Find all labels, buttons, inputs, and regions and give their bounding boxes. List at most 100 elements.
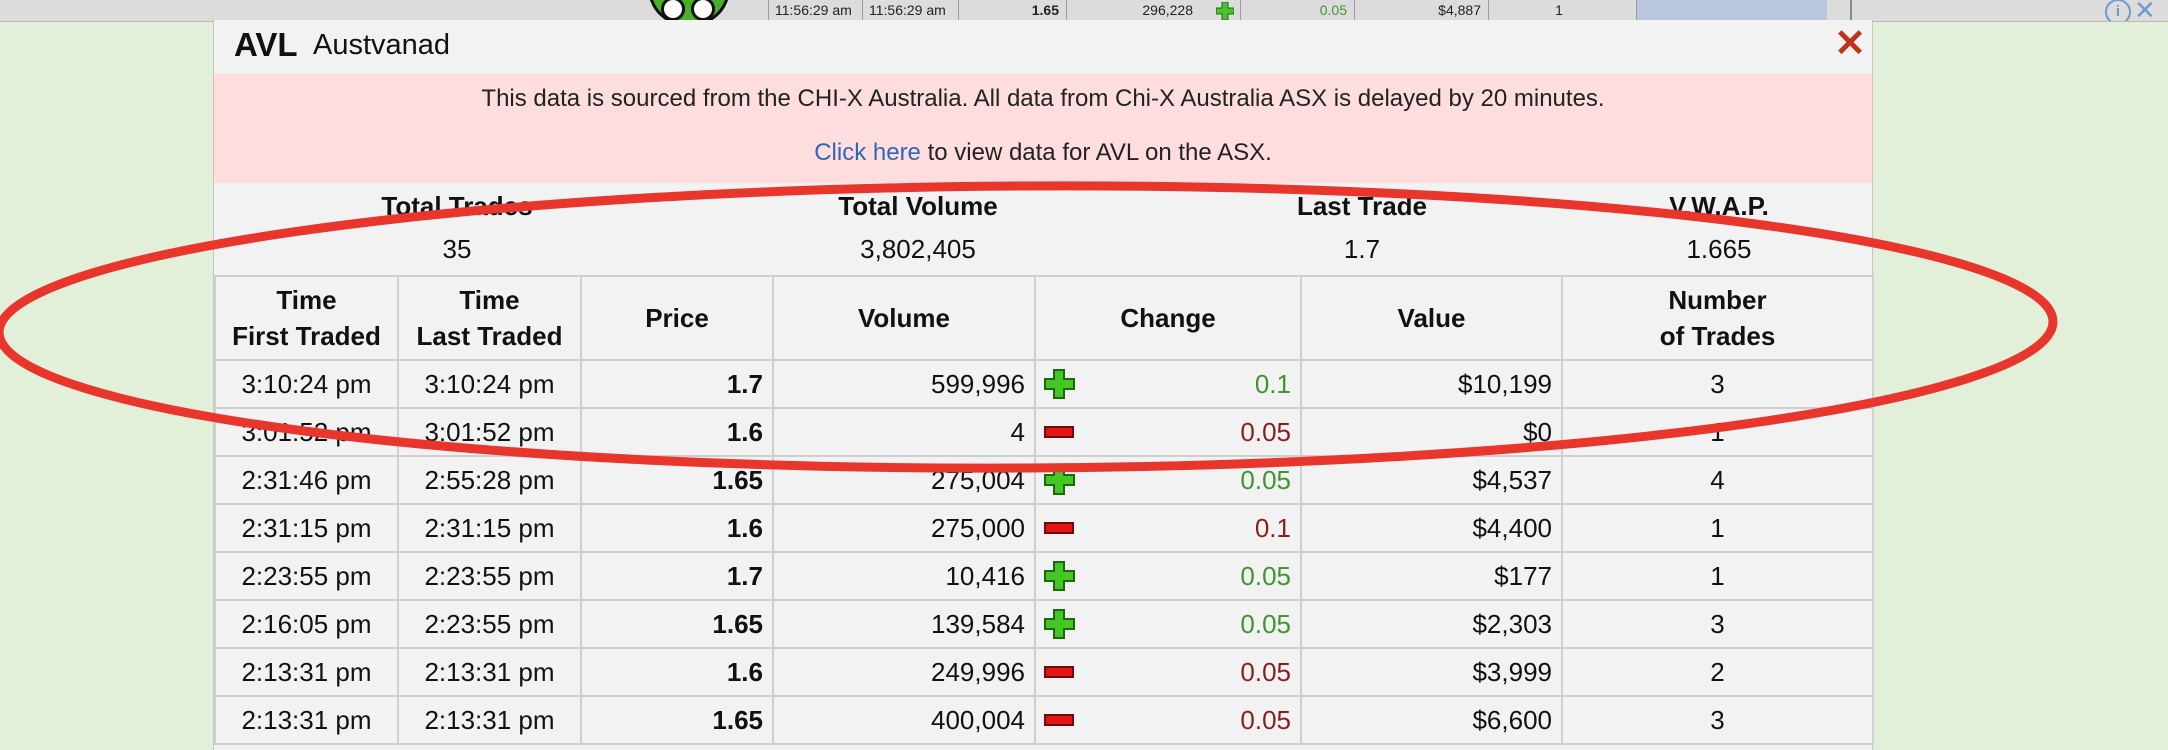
- cell-change: 0.1: [1034, 359, 1302, 409]
- cell-change: 0.05: [1034, 407, 1302, 457]
- cell-time-first: 2:31:46 pm: [214, 455, 399, 505]
- data-source-notice: This data is sourced from the CHI-X Aust…: [214, 74, 1872, 183]
- table-row: 2:16:05 pm 2:23:55 pm 1.65 139,584 0.05 $2,30…: [214, 599, 1874, 649]
- summary-value: 1.665: [1686, 234, 1752, 264]
- background-table-row: 11:56:29 am 11:56:29 am 1.65 296,228 0.0…: [0, 0, 2168, 22]
- bg-highlight: [1636, 0, 1827, 21]
- bg-time-first: 11:56:29 am: [768, 0, 867, 21]
- table-row: 2:13:31 pm 2:13:31 pm 1.65 400,004 0.05 $6,60…: [214, 695, 1874, 745]
- col-time-last: Time Last Traded: [397, 275, 582, 361]
- cell-volume: 275,000: [772, 503, 1036, 553]
- change-value: 0.1: [1254, 368, 1291, 399]
- cell-value: $2,303: [1300, 599, 1563, 649]
- table-row: 3:10:24 pm 3:10:24 pm 1.7 599,996 0.1 $10,199…: [214, 359, 1874, 409]
- bg-change: 0.05: [1240, 0, 1353, 21]
- trade-details-modal: AVL Austvanad ✕ This data is sourced fro…: [213, 20, 1874, 750]
- cell-volume: 400,004: [772, 695, 1036, 745]
- plus-icon: [1044, 561, 1075, 591]
- col-number-of-trades: Number of Trades: [1561, 275, 1874, 361]
- plus-icon: [1044, 369, 1075, 399]
- summary-label: Total Trades: [381, 191, 533, 221]
- change-value: 0.05: [1240, 416, 1291, 447]
- asx-link[interactable]: Click here: [814, 139, 921, 166]
- cell-value: $177: [1300, 551, 1563, 601]
- table-row: 3:01:52 pm 3:01:52 pm 1.6 4 0.05 $0 1: [214, 407, 1874, 457]
- table-row: 2:31:15 pm 2:31:15 pm 1.6 275,000 0.1 $4,400 1: [214, 503, 1874, 553]
- minus-icon: [1044, 666, 1074, 678]
- col-value: Value: [1300, 275, 1563, 361]
- cell-volume: 249,996: [772, 647, 1036, 697]
- cell-volume: 139,584: [772, 599, 1036, 649]
- summary-label: Total Volume: [838, 191, 998, 221]
- summary-value: 1.7: [1343, 234, 1381, 264]
- cell-price: 1.7: [580, 551, 774, 601]
- summary-total-volume: Total Volume 3,802,405: [768, 183, 1068, 265]
- summary-value: 35: [442, 234, 472, 264]
- notice-link-line: Click here to view data for AVL on the A…: [214, 139, 1872, 167]
- cell-time-last: 2:23:55 pm: [397, 599, 582, 649]
- bg-value: $4,887: [1354, 0, 1487, 21]
- cell-time-first: 2:13:31 pm: [214, 695, 399, 745]
- bg-volume: 296,228: [1066, 0, 1193, 21]
- summary-label: V.W.A.P.: [1669, 191, 1769, 221]
- cell-price: 1.7: [580, 359, 774, 409]
- modal-header: AVL Austvanad ✕: [214, 20, 1872, 74]
- table-row: 2:23:55 pm 2:23:55 pm 1.7 10,416 0.05 $177 1: [214, 551, 1874, 601]
- cell-time-first: 2:23:55 pm: [214, 551, 399, 601]
- cell-time-first: 3:01:52 pm: [214, 407, 399, 457]
- cell-trades: 4: [1561, 455, 1874, 505]
- ticker-symbol: AVL: [234, 26, 298, 63]
- bg-time-last: 11:56:29 am: [862, 0, 963, 21]
- change-value: 0.05: [1240, 608, 1291, 639]
- summary-vwap: V.W.A.P. 1.665: [1569, 183, 1869, 265]
- cell-change: 0.1: [1034, 503, 1302, 553]
- cell-change: 0.05: [1034, 695, 1302, 745]
- cell-time-last: 2:31:15 pm: [397, 503, 582, 553]
- cell-time-last: 2:13:31 pm: [397, 647, 582, 697]
- cell-price: 1.6: [580, 503, 774, 553]
- cell-time-first: 3:10:24 pm: [214, 359, 399, 409]
- ad-close-icon[interactable]: ✕: [2134, 0, 2156, 21]
- cell-time-first: 2:13:31 pm: [214, 647, 399, 697]
- cell-volume: 275,004: [772, 455, 1036, 505]
- cell-price: 1.65: [580, 695, 774, 745]
- change-value: 0.05: [1240, 656, 1291, 687]
- col-change: Change: [1034, 275, 1302, 361]
- notice-text: This data is sourced from the CHI-X Aust…: [481, 85, 1605, 112]
- cell-trades: 3: [1561, 599, 1874, 649]
- cell-trades: 1: [1561, 503, 1874, 553]
- minus-icon: [1044, 522, 1074, 534]
- summary-label: Last Trade: [1296, 191, 1428, 221]
- change-value: 0.05: [1240, 464, 1291, 495]
- table-row: 2:31:46 pm 2:55:28 pm 1.65 275,004 0.05 $4,53…: [214, 455, 1874, 505]
- cell-change: 0.05: [1034, 647, 1302, 697]
- summary-value: 3,802,405: [860, 234, 976, 264]
- info-icon[interactable]: i: [2105, 0, 2131, 21]
- bg-plus-icon: [1216, 2, 1234, 20]
- cell-value: $10,199: [1300, 359, 1563, 409]
- cell-trades: 1: [1561, 407, 1874, 457]
- cell-value: $4,400: [1300, 503, 1563, 553]
- cell-volume: 599,996: [772, 359, 1036, 409]
- cell-change: 0.05: [1034, 599, 1302, 649]
- cell-price: 1.6: [580, 407, 774, 457]
- summary-total-trades: Total Trades 35: [307, 183, 607, 265]
- cell-change: 0.05: [1034, 455, 1302, 505]
- mascot-icon: [648, 0, 730, 21]
- minus-icon: [1044, 714, 1074, 726]
- cell-price: 1.6: [580, 647, 774, 697]
- change-value: 0.1: [1254, 512, 1291, 543]
- cell-value: $4,537: [1300, 455, 1563, 505]
- close-icon[interactable]: ✕: [1831, 25, 1869, 63]
- col-volume: Volume: [772, 275, 1036, 361]
- cell-trades: 2: [1561, 647, 1874, 697]
- cell-value: $0: [1300, 407, 1563, 457]
- cell-volume: 4: [772, 407, 1036, 457]
- trades-table: Time First Traded Time Last Traded Price V…: [214, 275, 1874, 745]
- change-value: 0.05: [1240, 560, 1291, 591]
- cell-time-last: 2:13:31 pm: [397, 695, 582, 745]
- summary-last-trade: Last Trade 1.7: [1212, 183, 1512, 265]
- cell-trades: 3: [1561, 359, 1874, 409]
- bg-trades: 1: [1488, 0, 1629, 21]
- cell-time-last: 2:23:55 pm: [397, 551, 582, 601]
